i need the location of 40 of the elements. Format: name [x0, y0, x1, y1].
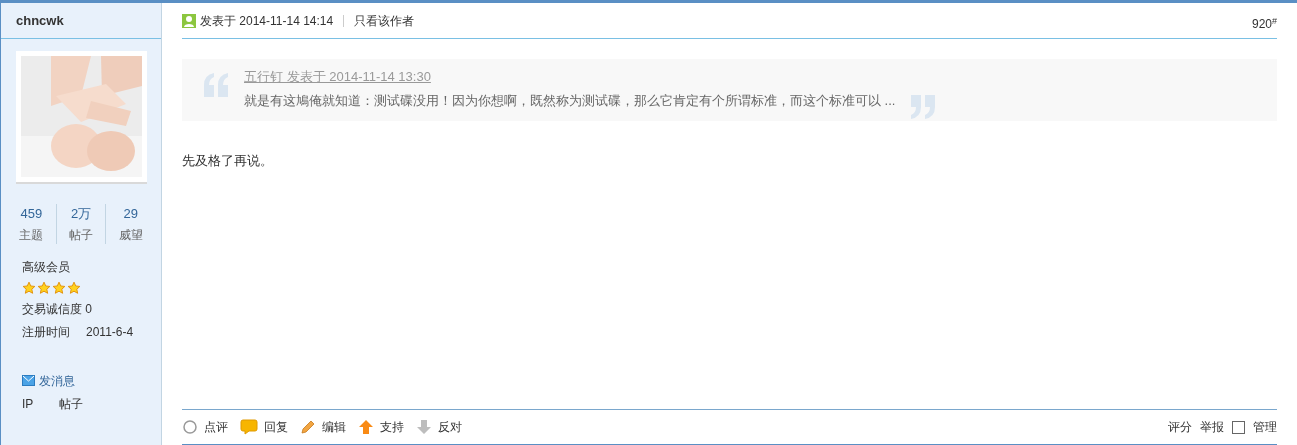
stat-value[interactable]: 29	[123, 204, 138, 224]
post-action-button[interactable]: 点评	[182, 418, 228, 436]
post-action-button[interactable]: 反对	[416, 418, 462, 436]
post-action-button[interactable]: 回复	[240, 418, 288, 436]
star-icon	[22, 280, 36, 295]
post-action-button[interactable]: 支持	[358, 418, 404, 436]
post-time: 发表于 2014-11-14 14:14	[200, 12, 334, 30]
stat-label: 主题	[19, 226, 44, 244]
ip-text: IP	[22, 395, 34, 413]
post-body: 先及格了再说。	[182, 152, 274, 170]
stat-value[interactable]: 459	[20, 204, 43, 224]
quote-text: 就是有这鳩俺就知道：测试碟没用！因为你想啊，既然称为测试碟，那么它肯定有个所谓标准，而这个标准可以 ...	[244, 91, 896, 110]
stat-label: 威望	[118, 226, 143, 244]
star-icon	[67, 280, 81, 295]
send-message-link[interactable]: 发消息	[39, 371, 75, 390]
floor-number: 920$^{#}$	[1251, 15, 1277, 33]
post-action-link[interactable]: 举报	[1200, 418, 1224, 436]
down-arrow-icon	[416, 419, 432, 435]
register-label: 注册时间	[22, 323, 70, 341]
stat-value[interactable]: 2万	[70, 204, 92, 224]
credit-text: 交易诚信度 0	[22, 300, 93, 318]
post-action-button[interactable]: 编辑	[300, 418, 346, 436]
register-date: 2011-6-4	[86, 323, 134, 341]
post-action-link[interactable]: 评分	[1168, 418, 1192, 436]
speech-bubble-icon	[240, 419, 258, 435]
star-icon	[52, 280, 66, 295]
stat-label: 帖子	[69, 226, 93, 244]
open-quote-icon	[202, 73, 230, 97]
pencil-icon	[300, 419, 316, 435]
user-group[interactable]: 高级会员	[22, 257, 140, 276]
manage-checkbox[interactable]	[1232, 420, 1245, 434]
star-icon	[37, 280, 51, 295]
author-name[interactable]: chncwk	[16, 10, 64, 31]
user-icon	[182, 13, 196, 28]
up-arrow-icon	[358, 419, 374, 435]
only-author-link[interactable]: 只看该作者	[354, 11, 415, 30]
close-quote-icon	[909, 95, 938, 119]
posts-link[interactable]: 帖子	[59, 394, 84, 413]
envelope-icon	[22, 375, 35, 386]
manage-label: 管理	[1253, 419, 1277, 436]
